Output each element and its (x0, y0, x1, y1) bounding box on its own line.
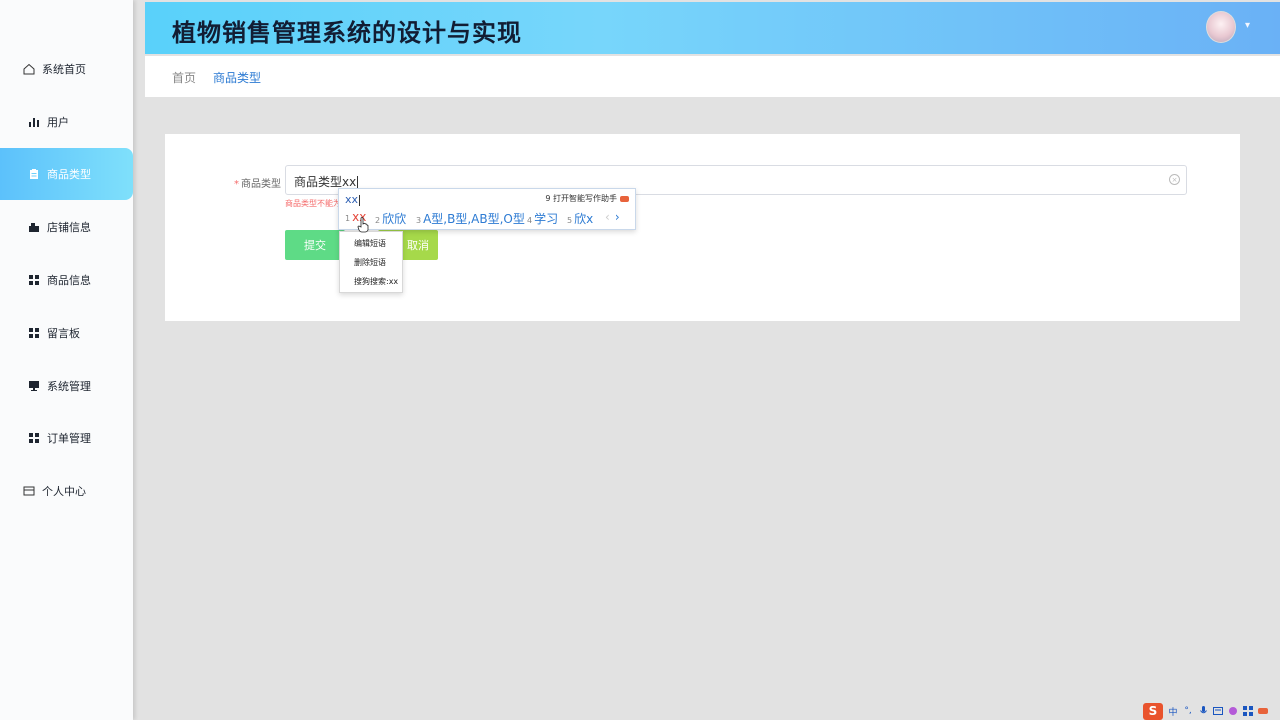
microphone-icon[interactable] (1198, 706, 1208, 716)
sidebar-item-label: 留言板 (47, 327, 80, 340)
candidate-number: 4 (527, 216, 533, 225)
monitor-icon (27, 379, 41, 393)
candidate-number: 1 (345, 214, 351, 223)
sidebar-item-home[interactable]: 系统首页 (0, 43, 133, 95)
sidebar-item-order-management[interactable]: 订单管理 (0, 412, 133, 464)
punctuation-icon[interactable]: °, (1183, 706, 1193, 716)
ime-candidate-2[interactable]: 2 欣欣 (375, 210, 406, 227)
sidebar-item-product-info[interactable]: 商品信息 (0, 254, 133, 306)
breadcrumb-current: 商品类型 (213, 71, 262, 85)
app-title: 植物销售管理系统的设计与实现 (172, 19, 522, 47)
sidebar-item-product-type[interactable]: 商品类型 (0, 148, 133, 200)
skin-icon[interactable] (1228, 706, 1238, 716)
sidebar: 系统首页 用户 商品类型 店铺信息 商品信息 留言板 系统管理 订单管理 个人中… (0, 0, 133, 720)
sidebar-item-label: 店铺信息 (47, 221, 91, 234)
grid-icon (27, 273, 41, 287)
candidate-text: A型,B型,AB型,O型 (423, 212, 525, 226)
clear-icon[interactable]: × (1169, 174, 1180, 185)
ai-assistant-icon[interactable] (1258, 706, 1268, 716)
validation-error: 商品类型不能为空 (285, 199, 345, 208)
hand-pointer-icon (357, 217, 369, 236)
product-type-label: * 商品类型 (234, 175, 281, 190)
ime-next-page-icon[interactable]: › (615, 210, 620, 224)
ime-language-indicator[interactable]: 中 (1168, 706, 1178, 718)
ime-typed-text: xx (345, 193, 359, 206)
ime-context-menu: 编辑短语 删除短语 搜狗搜索:xx (339, 231, 403, 293)
cancel-button-label: 取消 (407, 239, 429, 252)
sidebar-item-label: 订单管理 (47, 432, 91, 445)
candidate-number: 5 (567, 216, 573, 225)
ime-assistant-label: 9 打开智能写作助手 (545, 194, 617, 203)
input-text: 商品类型xx (294, 175, 357, 189)
keyboard-icon[interactable] (1213, 706, 1223, 716)
sidebar-item-label: 系统管理 (47, 380, 91, 393)
ime-page-nav: ‹ › (605, 210, 620, 224)
sidebar-item-label: 用户 (47, 116, 69, 129)
ime-caret (359, 194, 361, 206)
sidebar-item-label: 商品类型 (47, 168, 91, 181)
sidebar-item-label: 个人中心 (42, 485, 86, 498)
breadcrumb: 首页 商品类型 (145, 56, 1280, 97)
candidate-number: 2 (375, 216, 381, 225)
candidate-number: 3 (416, 216, 422, 225)
candidate-text: 欣x (574, 212, 594, 226)
user-avatar[interactable] (1206, 11, 1236, 43)
breadcrumb-home[interactable]: 首页 (172, 69, 196, 86)
sidebar-item-message-board[interactable]: 留言板 (0, 307, 133, 359)
ime-candidate-4[interactable]: 4 学习 (527, 210, 558, 227)
product-type-label-text: 商品类型 (241, 179, 281, 190)
system-tray: S 中 °, (1143, 702, 1268, 720)
ime-writing-assistant[interactable]: 9 打开智能写作助手 (545, 193, 629, 204)
ime-prev-page-icon[interactable]: ‹ (605, 210, 610, 224)
clipboard-icon (27, 167, 41, 181)
assistant-icon (620, 195, 629, 202)
ime-candidate-3[interactable]: 3 A型,B型,AB型,O型 (416, 210, 525, 227)
menu-item-sogou-search[interactable]: 搜狗搜索:xx (354, 276, 398, 287)
top-header: 植物销售管理系统的设计与实现 ▾ (145, 2, 1280, 54)
sidebar-item-personal-center[interactable]: 个人中心 (0, 465, 133, 517)
sidebar-item-store-info[interactable]: 店铺信息 (0, 201, 133, 253)
ime-composition: xx (345, 193, 361, 206)
menu-item-edit-phrase[interactable]: 编辑短语 (354, 238, 386, 249)
store-icon (27, 220, 41, 234)
chevron-down-icon[interactable]: ▾ (1245, 20, 1250, 31)
grid-icon (27, 326, 41, 340)
sidebar-item-label: 商品信息 (47, 274, 91, 287)
grid-icon (27, 431, 41, 445)
sogou-ime-icon[interactable]: S (1143, 702, 1163, 720)
sidebar-item-label: 系统首页 (42, 63, 86, 76)
menu-item-delete-phrase[interactable]: 删除短语 (354, 257, 386, 268)
sidebar-item-users[interactable]: 用户 (0, 96, 133, 148)
candidate-text: 欣欣 (382, 212, 407, 226)
id-card-icon (22, 484, 36, 498)
candidate-text: 学习 (534, 212, 559, 226)
ime-candidate-window: xx 9 打开智能写作助手 1 xx 2 欣欣 3 A型,B型,AB型,O型 4 学习 … (338, 188, 636, 230)
form-card (165, 134, 1240, 321)
bar-chart-icon (27, 115, 41, 129)
home-icon (22, 62, 36, 76)
toolbox-icon[interactable] (1243, 706, 1253, 716)
required-mark: * (234, 179, 239, 190)
sidebar-item-system-management[interactable]: 系统管理 (0, 360, 133, 412)
ime-candidate-5[interactable]: 5 欣x (567, 210, 593, 227)
submit-button[interactable]: 提交 (285, 230, 345, 260)
